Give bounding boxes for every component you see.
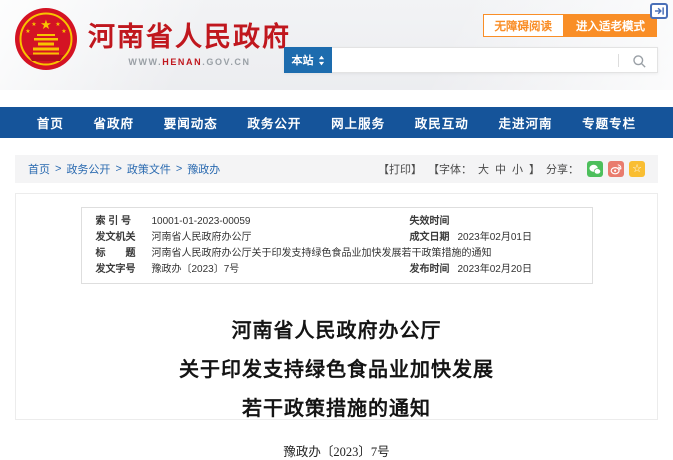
site-url-suffix: .GOV.CN bbox=[202, 57, 250, 67]
nav-item-news[interactable]: 要闻动态 bbox=[164, 113, 218, 132]
nav-item-home[interactable]: 首页 bbox=[37, 113, 64, 132]
svg-text:★: ★ bbox=[55, 21, 60, 28]
weibo-share-icon[interactable] bbox=[608, 161, 624, 177]
print-button[interactable]: 【打印】 bbox=[378, 161, 422, 177]
document-title: 河南省人民政府办公厅 关于印发支持绿色食品业加快发展 若干政策措施的通知 bbox=[16, 312, 657, 429]
meta-value-index-number: 10001-01-2023-00059 bbox=[152, 214, 396, 229]
meta-label-title: 标 题 bbox=[82, 246, 152, 261]
breadcrumb-home[interactable]: 首页 bbox=[28, 161, 50, 177]
nav-item-special-topics[interactable]: 专题专栏 bbox=[582, 113, 636, 132]
font-size-close: 】 bbox=[529, 161, 540, 177]
national-emblem-logo: ★ ★ ★ ★ ★ bbox=[14, 7, 78, 71]
svg-text:★: ★ bbox=[40, 17, 52, 32]
nav-item-public-interaction[interactable]: 政民互动 bbox=[415, 113, 469, 132]
font-size-large-button[interactable]: 大 bbox=[478, 161, 489, 177]
search-input[interactable] bbox=[332, 48, 657, 72]
header-nav-gap bbox=[0, 90, 673, 107]
document-meta-table: 索 引 号 10001-01-2023-00059 失效时间 发文机关 河南省人… bbox=[81, 207, 593, 284]
font-size-medium-button[interactable]: 中 bbox=[495, 161, 506, 177]
site-header: ★ ★ ★ ★ ★ 河南省人民政府 WWW.HENAN.GOV.CN 无障碍阅读… bbox=[0, 0, 673, 90]
breadcrumb-yuzhengban[interactable]: 豫政办 bbox=[187, 161, 220, 177]
font-size-group: 【字体： 大 中 小 】 bbox=[428, 161, 540, 177]
wechat-share-icon[interactable] bbox=[587, 161, 603, 177]
site-url-highlight: HENAN bbox=[162, 57, 202, 67]
search-divider bbox=[618, 54, 619, 67]
favorite-star-icon[interactable]: ☆ bbox=[629, 161, 645, 177]
site-url: WWW.HENAN.GOV.CN bbox=[88, 57, 291, 67]
search-scope-label: 本站 bbox=[292, 52, 314, 68]
meta-label-doc-number: 发文字号 bbox=[82, 262, 152, 277]
meta-value-written-date: 2023年02月01日 bbox=[458, 230, 592, 245]
exit-arrow-icon[interactable] bbox=[650, 3, 668, 19]
nav-item-provincial-government[interactable]: 省政府 bbox=[94, 113, 135, 132]
meta-value-publish-date: 2023年02月20日 bbox=[458, 262, 592, 277]
header-mode-buttons: 无障碍阅读 进入适老模式 bbox=[483, 14, 658, 37]
breadcrumb-separator: > bbox=[55, 163, 61, 175]
meta-value-title: 河南省人民政府办公厅关于印发支持绿色食品业加快发展若干政策措施的通知 bbox=[152, 246, 592, 261]
search-button[interactable] bbox=[629, 51, 649, 71]
meta-label-index-number: 索 引 号 bbox=[82, 214, 152, 229]
breadcrumb-separator: > bbox=[115, 163, 121, 175]
share-label: 分享： bbox=[546, 161, 579, 177]
site-identity: 河南省人民政府 WWW.HENAN.GOV.CN bbox=[88, 15, 291, 67]
nav-item-online-services[interactable]: 网上服务 bbox=[331, 113, 385, 132]
breadcrumb-policy-documents[interactable]: 政策文件 bbox=[127, 161, 171, 177]
site-url-prefix: WWW. bbox=[128, 57, 162, 67]
share-icons: ☆ bbox=[587, 161, 645, 177]
nav-item-government-affairs[interactable]: 政务公开 bbox=[247, 113, 301, 132]
search-scope-select[interactable]: 本站 bbox=[284, 47, 332, 73]
breadcrumb-toolbar-row: 首页 > 政务公开 > 政策文件 > 豫政办 【打印】 【字体： 大 中 小 】… bbox=[15, 155, 658, 183]
search-box bbox=[332, 47, 658, 73]
breadcrumb-separator: > bbox=[176, 163, 182, 175]
document-title-line-2: 关于印发支持绿色食品业加快发展 bbox=[16, 351, 657, 390]
document-panel: 索 引 号 10001-01-2023-00059 失效时间 发文机关 河南省人… bbox=[15, 193, 658, 420]
meta-label-expiry-date: 失效时间 bbox=[396, 214, 458, 229]
font-size-open: 【字体： bbox=[428, 161, 472, 177]
site-search: 本站 bbox=[284, 47, 658, 73]
elder-mode-button[interactable]: 进入适老模式 bbox=[564, 14, 657, 37]
document-title-line-1: 河南省人民政府办公厅 bbox=[16, 312, 657, 351]
breadcrumb: 首页 > 政务公开 > 政策文件 > 豫政办 bbox=[28, 161, 220, 177]
meta-value-expiry-date bbox=[458, 214, 592, 229]
main-navigation: 首页 省政府 要闻动态 政务公开 网上服务 政民互动 走进河南 专题专栏 bbox=[0, 107, 673, 138]
page-tools: 【打印】 【字体： 大 中 小 】 分享： bbox=[378, 161, 645, 177]
meta-label-written-date: 成文日期 bbox=[396, 230, 458, 245]
meta-value-doc-number: 豫政办〔2023〕7号 bbox=[152, 262, 396, 277]
search-icon bbox=[632, 54, 647, 69]
font-size-small-button[interactable]: 小 bbox=[512, 161, 523, 177]
font-sizes: 大 中 小 bbox=[478, 161, 523, 177]
meta-label-issuing-agency: 发文机关 bbox=[82, 230, 152, 245]
site-title: 河南省人民政府 bbox=[88, 15, 291, 54]
document-title-line-3: 若干政策措施的通知 bbox=[16, 390, 657, 429]
breadcrumb-government-affairs[interactable]: 政务公开 bbox=[66, 161, 110, 177]
accessibility-reading-button[interactable]: 无障碍阅读 bbox=[483, 14, 565, 37]
meta-value-issuing-agency: 河南省人民政府办公厅 bbox=[152, 230, 396, 245]
nav-item-into-henan[interactable]: 走进河南 bbox=[498, 113, 552, 132]
svg-text:★: ★ bbox=[31, 21, 36, 28]
meta-label-publish-date: 发布时间 bbox=[396, 262, 458, 277]
updown-arrows-icon bbox=[318, 55, 325, 66]
svg-text:★: ★ bbox=[25, 28, 30, 35]
svg-text:★: ★ bbox=[61, 28, 66, 35]
document-number: 豫政办〔2023〕7号 bbox=[16, 441, 657, 460]
